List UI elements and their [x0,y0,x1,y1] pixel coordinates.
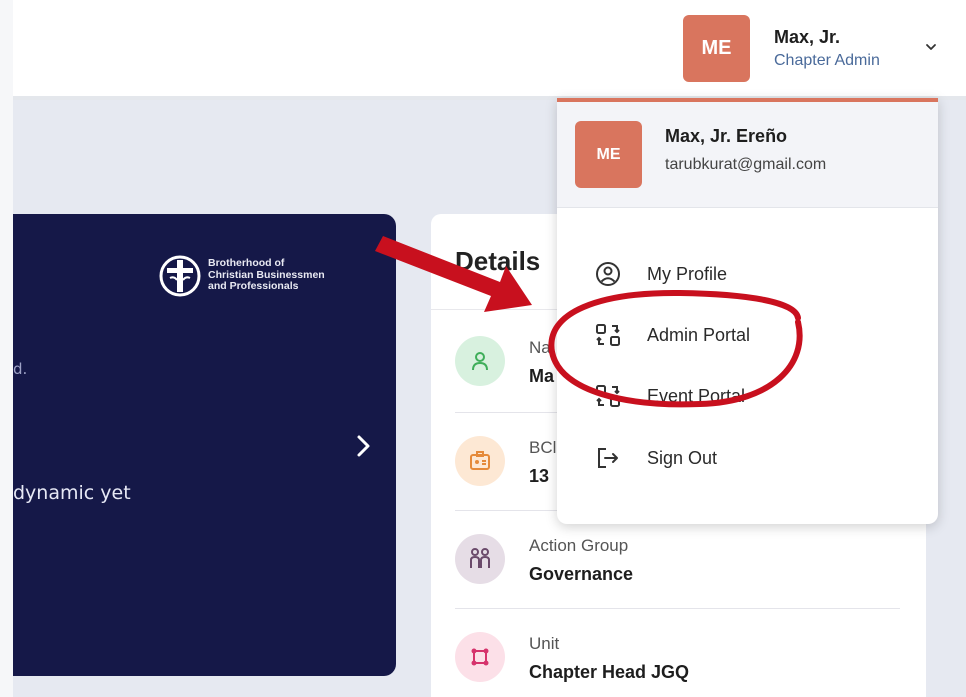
bcbp-logo-icon [159,255,201,297]
menu-item-sign-out[interactable]: Sign Out [593,438,893,478]
detail-label: Action Group [529,536,629,555]
avatar: ME [683,14,750,82]
avatar: ME [575,121,642,188]
menu-item-admin-portal[interactable]: Admin Portal [593,315,893,355]
detail-value: Governance [529,564,634,584]
menu-item-label: Event Portal [647,385,746,406]
card-text-fragment: d. [13,360,28,378]
menu-item-label: Admin Portal [647,324,751,345]
detail-value: Ma [529,366,555,386]
detail-label: BCl [529,438,557,457]
switch-icon [593,320,623,350]
user-meta: Max, Jr. Chapter Admin [774,27,880,70]
sign-out-icon [593,443,623,473]
switch-icon [593,381,623,411]
menu-item-my-profile[interactable]: My Profile [593,254,893,294]
detail-label: Na [529,338,551,357]
group-icon [455,534,505,584]
user-menu-button[interactable]: ME Max, Jr. Chapter Admin [683,14,953,82]
menu-item-label: My Profile [647,263,728,284]
user-dropdown-menu: ME Max, Jr. Ereño tarubkurat@gmail.com M… [557,98,938,524]
user-name: Max, Jr. [774,26,841,47]
menu-item-label: Sign Out [647,447,718,468]
dropdown-header: ME Max, Jr. Ereño tarubkurat@gmail.com [557,102,938,208]
dropdown-user-email: tarubkurat@gmail.com [665,156,827,173]
chevron-right-icon[interactable] [352,431,376,461]
left-edge-strip [0,0,13,697]
nodes-icon [455,632,505,682]
detail-value: 13 [529,466,550,486]
brand-card: Brotherhood of Christian Businessmen and… [13,214,396,676]
menu-item-event-portal[interactable]: Event Portal [593,376,893,416]
detail-label: Unit [529,634,560,653]
chevron-down-icon[interactable] [924,40,938,54]
details-title: Details [455,246,541,276]
dropdown-user-name: Max, Jr. Ereño [665,126,788,146]
user-circle-icon [593,259,623,289]
person-icon [455,336,505,386]
id-card-icon [455,436,505,486]
detail-row-unit: Unit Chapter Head JGQ [455,608,900,697]
user-role: Chapter Admin [774,51,880,69]
detail-row-action-group: Action Group Governance [455,510,900,608]
detail-value: Chapter Head JGQ [529,662,690,682]
card-tagline-fragment: dynamic yet [13,482,131,504]
brand-org-name: Brotherhood of Christian Businessmen and… [208,257,325,292]
